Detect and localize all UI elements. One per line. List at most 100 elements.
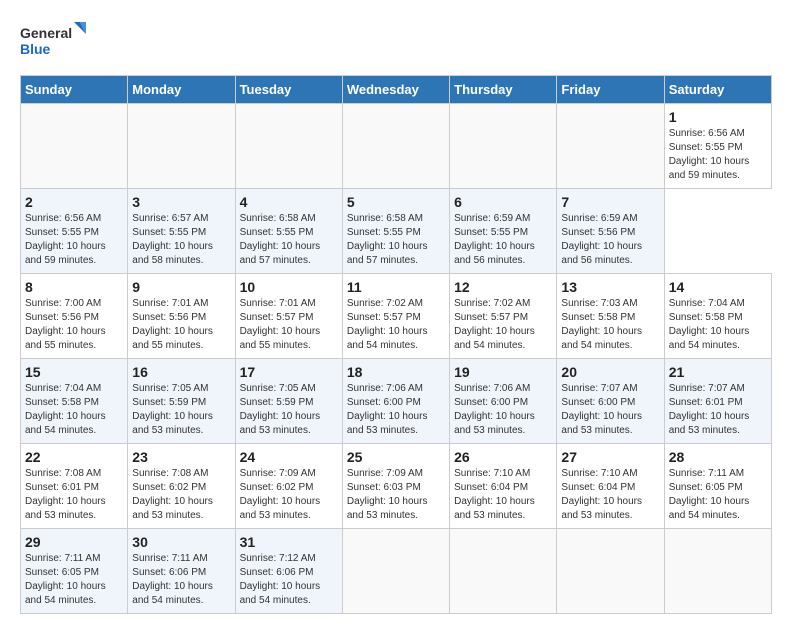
day-info: Sunrise: 7:09 AMSunset: 6:02 PMDaylight:… (240, 467, 338, 523)
calendar-cell: 8 Sunrise: 7:00 AMSunset: 5:56 PMDaylight… (21, 274, 128, 359)
calendar-cell: 25 Sunrise: 7:09 AMSunset: 6:03 PMDayligh… (342, 444, 449, 529)
calendar-cell: 26 Sunrise: 7:10 AMSunset: 6:04 PMDayligh… (450, 444, 557, 529)
calendar-cell: 5 Sunrise: 6:58 AMSunset: 5:55 PMDaylight… (342, 189, 449, 274)
calendar-cell: 17 Sunrise: 7:05 AMSunset: 5:59 PMDayligh… (235, 359, 342, 444)
day-info: Sunrise: 7:12 AMSunset: 6:06 PMDaylight:… (240, 552, 338, 608)
calendar-cell: 31Sunrise: 7:12 AMSunset: 6:06 PMDayligh… (235, 529, 342, 614)
day-number: 16 (132, 364, 230, 380)
day-number: 18 (347, 364, 445, 380)
day-number: 3 (132, 194, 230, 210)
day-info: Sunrise: 7:04 AMSunset: 5:58 PMDaylight:… (25, 382, 123, 438)
day-number: 25 (347, 449, 445, 465)
day-number: 27 (561, 449, 659, 465)
calendar-week-1: 1Sunrise: 6:56 AMSunset: 5:55 PMDaylight… (21, 104, 772, 189)
day-number: 29 (25, 534, 123, 550)
calendar-cell: 1Sunrise: 6:56 AMSunset: 5:55 PMDaylight… (664, 104, 771, 189)
day-number: 30 (132, 534, 230, 550)
calendar-cell: 11 Sunrise: 7:02 AMSunset: 5:57 PMDayligh… (342, 274, 449, 359)
day-info: Sunrise: 7:02 AMSunset: 5:57 PMDaylight:… (347, 297, 445, 353)
day-info: Sunrise: 7:05 AMSunset: 5:59 PMDaylight:… (132, 382, 230, 438)
calendar-cell: 29 Sunrise: 7:11 AMSunset: 6:05 PMDayligh… (21, 529, 128, 614)
calendar-cell: 15 Sunrise: 7:04 AMSunset: 5:58 PMDayligh… (21, 359, 128, 444)
calendar-cell (21, 104, 128, 189)
weekday-header-thursday: Thursday (450, 76, 557, 104)
day-number: 15 (25, 364, 123, 380)
calendar-cell: 19 Sunrise: 7:06 AMSunset: 6:00 PMDayligh… (450, 359, 557, 444)
calendar-cell: 27 Sunrise: 7:10 AMSunset: 6:04 PMDayligh… (557, 444, 664, 529)
calendar-cell: 23 Sunrise: 7:08 AMSunset: 6:02 PMDayligh… (128, 444, 235, 529)
day-info: Sunrise: 7:00 AMSunset: 5:56 PMDaylight:… (25, 297, 123, 353)
calendar-cell: 7 Sunrise: 6:59 AMSunset: 5:56 PMDaylight… (557, 189, 664, 274)
day-info: Sunrise: 7:11 AMSunset: 6:05 PMDaylight:… (25, 552, 123, 608)
day-info: Sunrise: 7:01 AMSunset: 5:57 PMDaylight:… (240, 297, 338, 353)
day-info: Sunrise: 7:10 AMSunset: 6:04 PMDaylight:… (561, 467, 659, 523)
calendar-cell: 30 Sunrise: 7:11 AMSunset: 6:06 PMDayligh… (128, 529, 235, 614)
day-info: Sunrise: 7:02 AMSunset: 5:57 PMDaylight:… (454, 297, 552, 353)
day-info: Sunrise: 6:59 AMSunset: 5:55 PMDaylight:… (454, 212, 552, 268)
day-number: 10 (240, 279, 338, 295)
day-info: Sunrise: 6:58 AMSunset: 5:55 PMDaylight:… (347, 212, 445, 268)
calendar-cell: 4Sunrise: 6:58 AMSunset: 5:55 PMDaylight… (235, 189, 342, 274)
day-number: 23 (132, 449, 230, 465)
day-number: 17 (240, 364, 338, 380)
calendar-cell: 12 Sunrise: 7:02 AMSunset: 5:57 PMDayligh… (450, 274, 557, 359)
calendar-cell: 13Sunrise: 7:03 AMSunset: 5:58 PMDayligh… (557, 274, 664, 359)
day-info: Sunrise: 6:59 AMSunset: 5:56 PMDaylight:… (561, 212, 659, 268)
day-number: 26 (454, 449, 552, 465)
calendar-cell (664, 529, 771, 614)
calendar-cell (235, 104, 342, 189)
calendar-week-2: 2 Sunrise: 6:56 AMSunset: 5:55 PMDaylight… (21, 189, 772, 274)
calendar-cell (342, 529, 449, 614)
day-info: Sunrise: 7:06 AMSunset: 6:00 PMDaylight:… (347, 382, 445, 438)
calendar-cell: 28Sunrise: 7:11 AMSunset: 6:05 PMDayligh… (664, 444, 771, 529)
day-number: 7 (561, 194, 659, 210)
calendar-cell: 18 Sunrise: 7:06 AMSunset: 6:00 PMDayligh… (342, 359, 449, 444)
day-info: Sunrise: 7:06 AMSunset: 6:00 PMDaylight:… (454, 382, 552, 438)
calendar-cell: 21 Sunrise: 7:07 AMSunset: 6:01 PMDayligh… (664, 359, 771, 444)
calendar-week-6: 29 Sunrise: 7:11 AMSunset: 6:05 PMDayligh… (21, 529, 772, 614)
day-number: 14 (669, 279, 767, 295)
calendar-cell: 3Sunrise: 6:57 AMSunset: 5:55 PMDaylight… (128, 189, 235, 274)
calendar-cell: 24Sunrise: 7:09 AMSunset: 6:02 PMDayligh… (235, 444, 342, 529)
day-number: 13 (561, 279, 659, 295)
day-number: 19 (454, 364, 552, 380)
day-number: 11 (347, 279, 445, 295)
day-number: 12 (454, 279, 552, 295)
svg-text:Blue: Blue (20, 41, 51, 57)
day-number: 28 (669, 449, 767, 465)
weekday-header-monday: Monday (128, 76, 235, 104)
weekday-header-tuesday: Tuesday (235, 76, 342, 104)
svg-text:General: General (20, 25, 72, 41)
day-number: 22 (25, 449, 123, 465)
logo-svg: General Blue (20, 20, 90, 65)
logo: General Blue (20, 20, 90, 65)
day-info: Sunrise: 7:10 AMSunset: 6:04 PMDaylight:… (454, 467, 552, 523)
calendar-week-3: 8 Sunrise: 7:00 AMSunset: 5:56 PMDaylight… (21, 274, 772, 359)
day-number: 2 (25, 194, 123, 210)
calendar-cell: 10 Sunrise: 7:01 AMSunset: 5:57 PMDayligh… (235, 274, 342, 359)
weekday-header-friday: Friday (557, 76, 664, 104)
calendar-cell (557, 104, 664, 189)
day-info: Sunrise: 7:04 AMSunset: 5:58 PMDaylight:… (669, 297, 767, 353)
day-number: 5 (347, 194, 445, 210)
calendar-header-row: SundayMondayTuesdayWednesdayThursdayFrid… (21, 76, 772, 104)
day-info: Sunrise: 7:07 AMSunset: 6:01 PMDaylight:… (669, 382, 767, 438)
day-number: 21 (669, 364, 767, 380)
day-number: 4 (240, 194, 338, 210)
calendar-cell: 22Sunrise: 7:08 AMSunset: 6:01 PMDayligh… (21, 444, 128, 529)
calendar-cell (450, 104, 557, 189)
calendar-cell (557, 529, 664, 614)
day-info: Sunrise: 7:09 AMSunset: 6:03 PMDaylight:… (347, 467, 445, 523)
weekday-header-wednesday: Wednesday (342, 76, 449, 104)
calendar-cell: 2 Sunrise: 6:56 AMSunset: 5:55 PMDaylight… (21, 189, 128, 274)
calendar-week-5: 22Sunrise: 7:08 AMSunset: 6:01 PMDayligh… (21, 444, 772, 529)
day-number: 8 (25, 279, 123, 295)
calendar-week-4: 15 Sunrise: 7:04 AMSunset: 5:58 PMDayligh… (21, 359, 772, 444)
calendar-cell (342, 104, 449, 189)
day-info: Sunrise: 7:01 AMSunset: 5:56 PMDaylight:… (132, 297, 230, 353)
day-info: Sunrise: 7:08 AMSunset: 6:02 PMDaylight:… (132, 467, 230, 523)
weekday-header-sunday: Sunday (21, 76, 128, 104)
day-info: Sunrise: 7:05 AMSunset: 5:59 PMDaylight:… (240, 382, 338, 438)
day-info: Sunrise: 6:56 AMSunset: 5:55 PMDaylight:… (25, 212, 123, 268)
day-info: Sunrise: 7:11 AMSunset: 6:06 PMDaylight:… (132, 552, 230, 608)
